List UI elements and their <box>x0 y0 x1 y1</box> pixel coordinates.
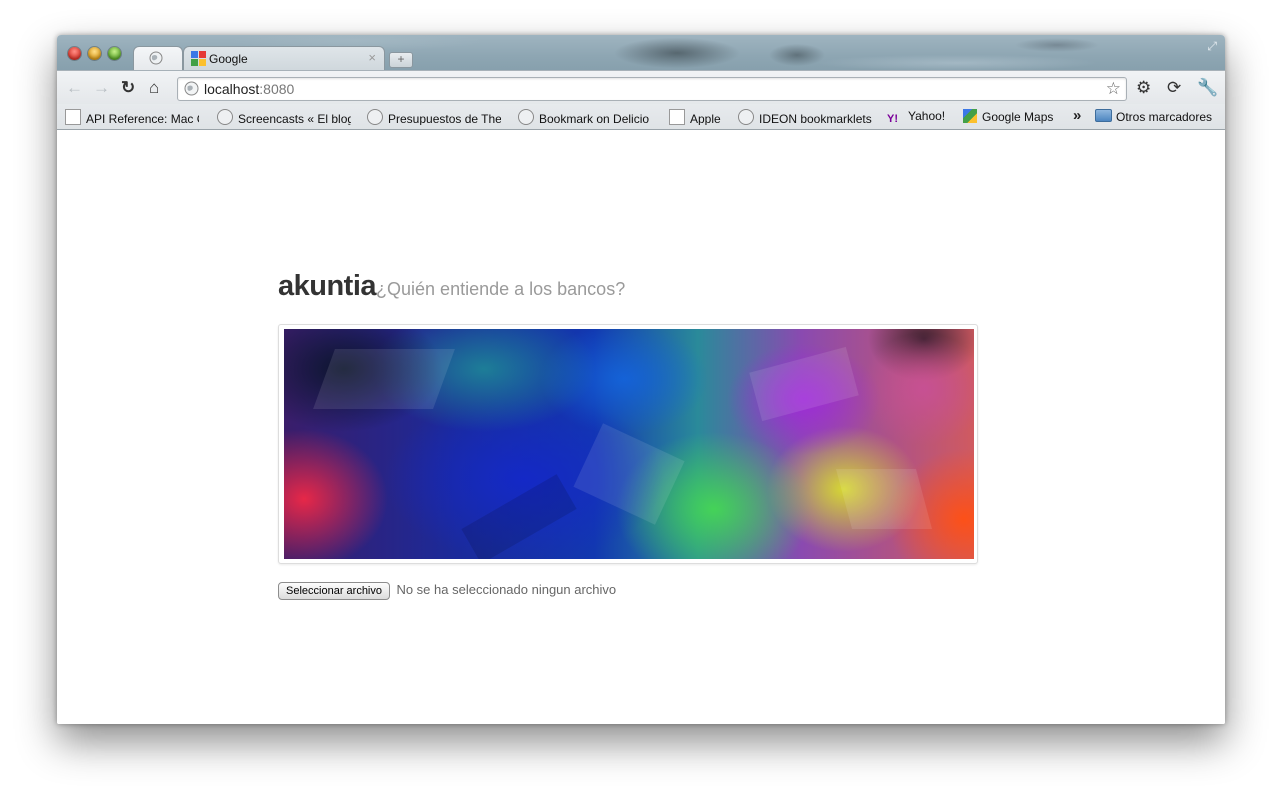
bookmark-api-reference[interactable]: API Reference: Mac C <box>65 109 199 125</box>
bookmark-label: Bookmark on Delicio <box>539 112 650 125</box>
bookmark-delicious[interactable]: Bookmark on Delicio <box>518 109 652 125</box>
bookmark-label: Yahoo! <box>908 109 946 123</box>
choose-file-button[interactable]: Seleccionar archivo <box>278 582 390 600</box>
forward-icon[interactable]: → <box>93 79 110 96</box>
globe-icon <box>149 51 163 65</box>
address-port: :8080 <box>259 81 295 97</box>
apple-page-icon <box>65 109 81 125</box>
bookmark-label: IDEON bookmarklets <box>759 112 872 125</box>
bookmark-label: API Reference: Mac C <box>86 112 199 125</box>
back-icon[interactable]: ← <box>66 79 83 96</box>
bookmark-label: Presupuestos de The <box>388 112 501 125</box>
fullscreen-icon[interactable]: ⤢ <box>1207 39 1217 54</box>
address-text[interactable]: localhost:8080 <box>204 81 294 97</box>
brand-name: akuntia <box>278 270 377 302</box>
bookmark-google-maps[interactable]: Google Maps <box>963 109 1063 125</box>
google-maps-icon <box>963 109 977 123</box>
hero-image <box>284 329 974 559</box>
bookmark-star-icon[interactable]: ☆ <box>1106 79 1121 99</box>
yahoo-icon: Y! <box>887 113 898 125</box>
page-header: akuntia¿Quién entiende a los bancos? <box>278 270 625 303</box>
globe-icon <box>217 109 233 125</box>
home-icon[interactable]: ⌂ <box>149 79 159 96</box>
other-bookmarks-folder[interactable]: Otros marcadores <box>1095 109 1212 124</box>
tab-title: Google <box>209 52 248 66</box>
close-window-button[interactable] <box>68 47 81 60</box>
bookmark-ideon[interactable]: IDEON bookmarklets <box>738 109 878 125</box>
more-bookmarks-icon[interactable]: » <box>1073 107 1081 124</box>
bookmark-label: Screencasts « El blog <box>238 112 351 125</box>
globe-icon <box>367 109 383 125</box>
zoom-window-button[interactable] <box>108 47 121 60</box>
bookmark-yahoo[interactable]: Y! Yahoo! <box>887 109 957 125</box>
folder-icon <box>1095 109 1112 122</box>
bookmark-apple[interactable]: Apple <box>669 109 739 125</box>
close-tab-icon[interactable]: × <box>368 50 376 65</box>
hero-image-frame <box>278 324 978 564</box>
brand-tagline: ¿Quién entiende a los bancos? <box>376 279 626 299</box>
apple-page-icon <box>669 109 685 125</box>
other-bookmarks-label: Otros marcadores <box>1116 110 1213 124</box>
globe-icon <box>184 81 199 96</box>
toolbar: ← → ↻ ⌂ localhost:8080 ☆ ⚙ ⟳ 🔧 <box>57 70 1225 105</box>
globe-icon <box>738 109 754 125</box>
bookmark-label: Apple <box>690 112 721 125</box>
gear-icon[interactable]: ⚙ <box>1136 78 1151 98</box>
tab-google[interactable]: Google × <box>183 46 385 70</box>
sync-icon[interactable]: ⟳ <box>1167 78 1181 98</box>
file-upload: Seleccionar archivo No se ha seleccionad… <box>278 581 616 600</box>
address-bar[interactable]: localhost:8080 ☆ <box>177 77 1127 101</box>
tab-localhost[interactable] <box>133 46 183 70</box>
browser-window: Google × + ⤢ ← → ↻ ⌂ localhost:8080 ☆ ⚙ … <box>57 35 1225 724</box>
file-status-text: No se ha seleccionado ningun archivo <box>396 582 617 597</box>
wrench-icon[interactable]: 🔧 <box>1197 78 1218 98</box>
page-content: akuntia¿Quién entiende a los bancos? Sel… <box>57 130 1225 724</box>
bookmark-presupuestos[interactable]: Presupuestos de The <box>367 109 501 125</box>
google-icon <box>191 51 206 66</box>
bookmark-screencasts[interactable]: Screencasts « El blog <box>217 109 351 125</box>
minimize-window-button[interactable] <box>88 47 101 60</box>
tab-strip: Google × + ⤢ <box>57 35 1225 70</box>
bookmarks-bar: API Reference: Mac C Screencasts « El bl… <box>57 104 1225 130</box>
reload-icon[interactable]: ↻ <box>121 79 135 96</box>
bookmark-label: Google Maps <box>982 110 1054 124</box>
new-tab-button[interactable]: + <box>389 52 413 68</box>
address-host: localhost <box>204 81 260 97</box>
globe-icon <box>518 109 534 125</box>
